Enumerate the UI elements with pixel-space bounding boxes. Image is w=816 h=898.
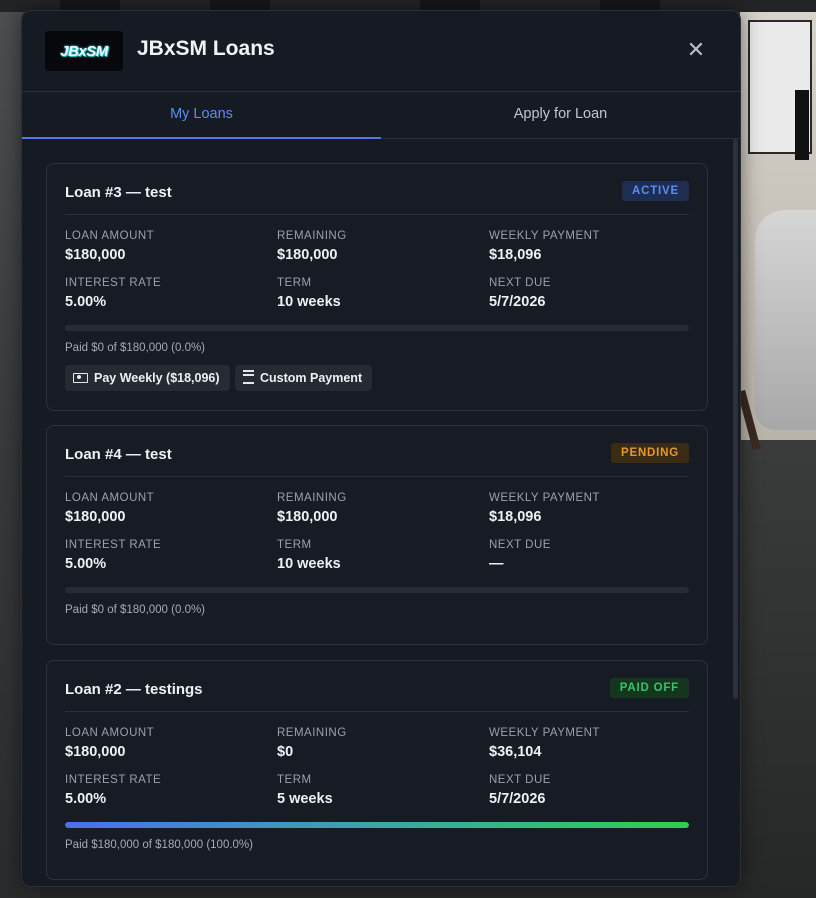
divider <box>65 214 689 215</box>
loan-title: Loan #3 — test <box>65 184 172 201</box>
paid-summary: Paid $0 of $180,000 (0.0%) <box>65 604 206 616</box>
remaining-field: REMAINING $180,000 <box>277 230 347 263</box>
term-field: TERM 5 weeks <box>277 774 333 807</box>
loan-amount-field: LOAN AMOUNT $180,000 <box>65 492 155 525</box>
progress-bar <box>65 325 689 331</box>
remaining-field: REMAINING $180,000 <box>277 492 347 525</box>
app-logo: JBxSM <box>45 31 123 71</box>
loan-card: Loan #2 — testings PAID OFF LOAN AMOUNT $… <box>46 660 708 880</box>
status-badge: ACTIVE <box>622 181 689 201</box>
scrollbar[interactable] <box>733 139 738 699</box>
remaining-field: REMAINING $0 <box>277 727 347 760</box>
custom-payment-button[interactable]: Custom Payment <box>235 365 373 391</box>
loan-amount-field: LOAN AMOUNT $180,000 <box>65 727 155 760</box>
loans-modal: JBxSM JBxSM Loans ✕ My Loans Apply for L… <box>21 10 741 887</box>
weekly-payment-field: WEEKLY PAYMENT $18,096 <box>489 230 600 263</box>
divider <box>65 476 689 477</box>
loan-card: Loan #3 — test ACTIVE LOAN AMOUNT $180,00… <box>46 163 708 411</box>
loan-title: Loan #2 — testings <box>65 681 203 698</box>
divider <box>65 711 689 712</box>
weekly-payment-field: WEEKLY PAYMENT $36,104 <box>489 727 600 760</box>
paid-summary: Paid $0 of $180,000 (0.0%) <box>65 342 206 354</box>
status-badge: PENDING <box>611 443 689 463</box>
loans-list[interactable]: Loan #3 — test ACTIVE LOAN AMOUNT $180,00… <box>22 139 740 886</box>
status-badge: PAID OFF <box>609 678 689 698</box>
loan-card: Loan #4 — test PENDING LOAN AMOUNT $180,0… <box>46 425 708 645</box>
next-due-field: NEXT DUE 5/7/2026 <box>489 774 551 807</box>
cash-icon <box>73 372 88 383</box>
progress-bar <box>65 587 689 593</box>
tab-bar: My Loans Apply for Loan <box>22 91 740 139</box>
tab-my-loans[interactable]: My Loans <box>22 91 381 139</box>
interest-rate-field: INTEREST RATE 5.00% <box>65 277 162 310</box>
interest-rate-field: INTEREST RATE 5.00% <box>65 539 162 572</box>
tab-apply-for-loan[interactable]: Apply for Loan <box>381 91 740 138</box>
coins-icon <box>243 369 254 384</box>
term-field: TERM 10 weeks <box>277 539 341 572</box>
term-field: TERM 10 weeks <box>277 277 341 310</box>
pay-weekly-button[interactable]: Pay Weekly ($18,096) <box>65 365 230 391</box>
loan-title: Loan #4 — test <box>65 446 172 463</box>
app-title: JBxSM Loans <box>137 37 275 60</box>
progress-bar <box>65 822 689 828</box>
next-due-field: NEXT DUE — <box>489 539 551 572</box>
interest-rate-field: INTEREST RATE 5.00% <box>65 774 162 807</box>
next-due-field: NEXT DUE 5/7/2026 <box>489 277 551 310</box>
loan-amount-field: LOAN AMOUNT $180,000 <box>65 230 155 263</box>
modal-header: JBxSM JBxSM Loans ✕ <box>22 11 740 92</box>
weekly-payment-field: WEEKLY PAYMENT $18,096 <box>489 492 600 525</box>
paid-summary: Paid $180,000 of $180,000 (100.0%) <box>65 839 253 851</box>
close-icon[interactable]: ✕ <box>684 38 708 62</box>
